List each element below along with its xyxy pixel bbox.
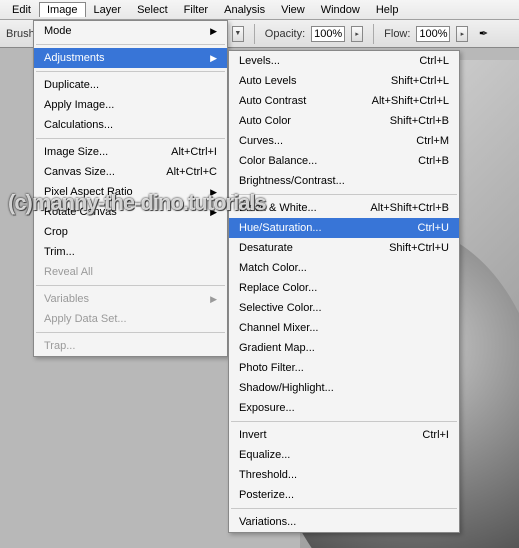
- menu-select[interactable]: Select: [129, 2, 176, 18]
- menu-canvas-size[interactable]: Canvas Size...Alt+Ctrl+C: [34, 162, 227, 182]
- opacity-input[interactable]: 100%: [311, 26, 345, 42]
- menu-reveal-all: Reveal All: [34, 262, 227, 282]
- menu-hue-saturation[interactable]: Hue/Saturation...Ctrl+U: [229, 218, 459, 238]
- menu-replace-color[interactable]: Replace Color...: [229, 278, 459, 298]
- menu-brightness-contrast[interactable]: Brightness/Contrast...: [229, 171, 459, 191]
- separator: [231, 508, 457, 509]
- menu-calculations[interactable]: Calculations...: [34, 115, 227, 135]
- menu-shadow-highlight[interactable]: Shadow/Highlight...: [229, 378, 459, 398]
- menu-color-balance[interactable]: Color Balance...Ctrl+B: [229, 151, 459, 171]
- chevron-right-icon: ▶: [210, 294, 217, 305]
- menu-exposure[interactable]: Exposure...: [229, 398, 459, 418]
- menu-match-color[interactable]: Match Color...: [229, 258, 459, 278]
- menu-adjustments[interactable]: Adjustments▶: [34, 48, 227, 68]
- menu-layer[interactable]: Layer: [86, 2, 130, 18]
- menu-duplicate[interactable]: Duplicate...: [34, 75, 227, 95]
- separator: [231, 421, 457, 422]
- separator: [36, 138, 225, 139]
- menu-auto-color[interactable]: Auto ColorShift+Ctrl+B: [229, 111, 459, 131]
- chevron-down-icon[interactable]: ▼: [232, 26, 244, 42]
- menu-trim[interactable]: Trim...: [34, 242, 227, 262]
- menu-desaturate[interactable]: DesaturateShift+Ctrl+U: [229, 238, 459, 258]
- flow-input[interactable]: 100%: [416, 26, 450, 42]
- menu-selective-color[interactable]: Selective Color...: [229, 298, 459, 318]
- menu-variables: Variables▶: [34, 289, 227, 309]
- adjustments-submenu: Levels...Ctrl+L Auto LevelsShift+Ctrl+L …: [228, 50, 460, 533]
- menu-posterize[interactable]: Posterize...: [229, 485, 459, 505]
- menu-photo-filter[interactable]: Photo Filter...: [229, 358, 459, 378]
- menu-image-size[interactable]: Image Size...Alt+Ctrl+I: [34, 142, 227, 162]
- menu-apply-image[interactable]: Apply Image...: [34, 95, 227, 115]
- chevron-right-icon[interactable]: ▸: [456, 26, 468, 42]
- flow-label: Flow:: [384, 28, 410, 40]
- menu-analysis[interactable]: Analysis: [216, 2, 273, 18]
- menu-invert[interactable]: InvertCtrl+I: [229, 425, 459, 445]
- menu-gradient-map[interactable]: Gradient Map...: [229, 338, 459, 358]
- menu-curves[interactable]: Curves...Ctrl+M: [229, 131, 459, 151]
- opacity-label: Opacity:: [265, 28, 305, 40]
- menu-filter[interactable]: Filter: [176, 2, 216, 18]
- chevron-right-icon: ▶: [210, 26, 217, 37]
- separator: [36, 71, 225, 72]
- separator: [36, 44, 225, 45]
- menu-view[interactable]: View: [273, 2, 313, 18]
- menu-levels[interactable]: Levels...Ctrl+L: [229, 51, 459, 71]
- menu-auto-levels[interactable]: Auto LevelsShift+Ctrl+L: [229, 71, 459, 91]
- separator: [373, 24, 374, 44]
- chevron-right-icon: ▶: [210, 53, 217, 64]
- image-menu-dropdown: Mode▶ Adjustments▶ Duplicate... Apply Im…: [33, 20, 228, 357]
- separator: [254, 24, 255, 44]
- menubar: Edit Image Layer Select Filter Analysis …: [0, 0, 519, 20]
- menu-image[interactable]: Image: [39, 2, 86, 17]
- menu-trap: Trap...: [34, 336, 227, 356]
- menu-variations[interactable]: Variations...: [229, 512, 459, 532]
- airbrush-icon[interactable]: ✒: [474, 25, 492, 43]
- menu-window[interactable]: Window: [313, 2, 368, 18]
- chevron-right-icon[interactable]: ▸: [351, 26, 363, 42]
- separator: [36, 285, 225, 286]
- menu-equalize[interactable]: Equalize...: [229, 445, 459, 465]
- menu-crop[interactable]: Crop: [34, 222, 227, 242]
- menu-apply-data-set: Apply Data Set...: [34, 309, 227, 329]
- menu-edit[interactable]: Edit: [4, 2, 39, 18]
- watermark-text: (c)manny-the-dino.tutorials: [8, 190, 266, 216]
- menu-auto-contrast[interactable]: Auto ContrastAlt+Shift+Ctrl+L: [229, 91, 459, 111]
- menu-mode[interactable]: Mode▶: [34, 21, 227, 41]
- menu-help[interactable]: Help: [368, 2, 407, 18]
- menu-channel-mixer[interactable]: Channel Mixer...: [229, 318, 459, 338]
- separator: [36, 332, 225, 333]
- menu-threshold[interactable]: Threshold...: [229, 465, 459, 485]
